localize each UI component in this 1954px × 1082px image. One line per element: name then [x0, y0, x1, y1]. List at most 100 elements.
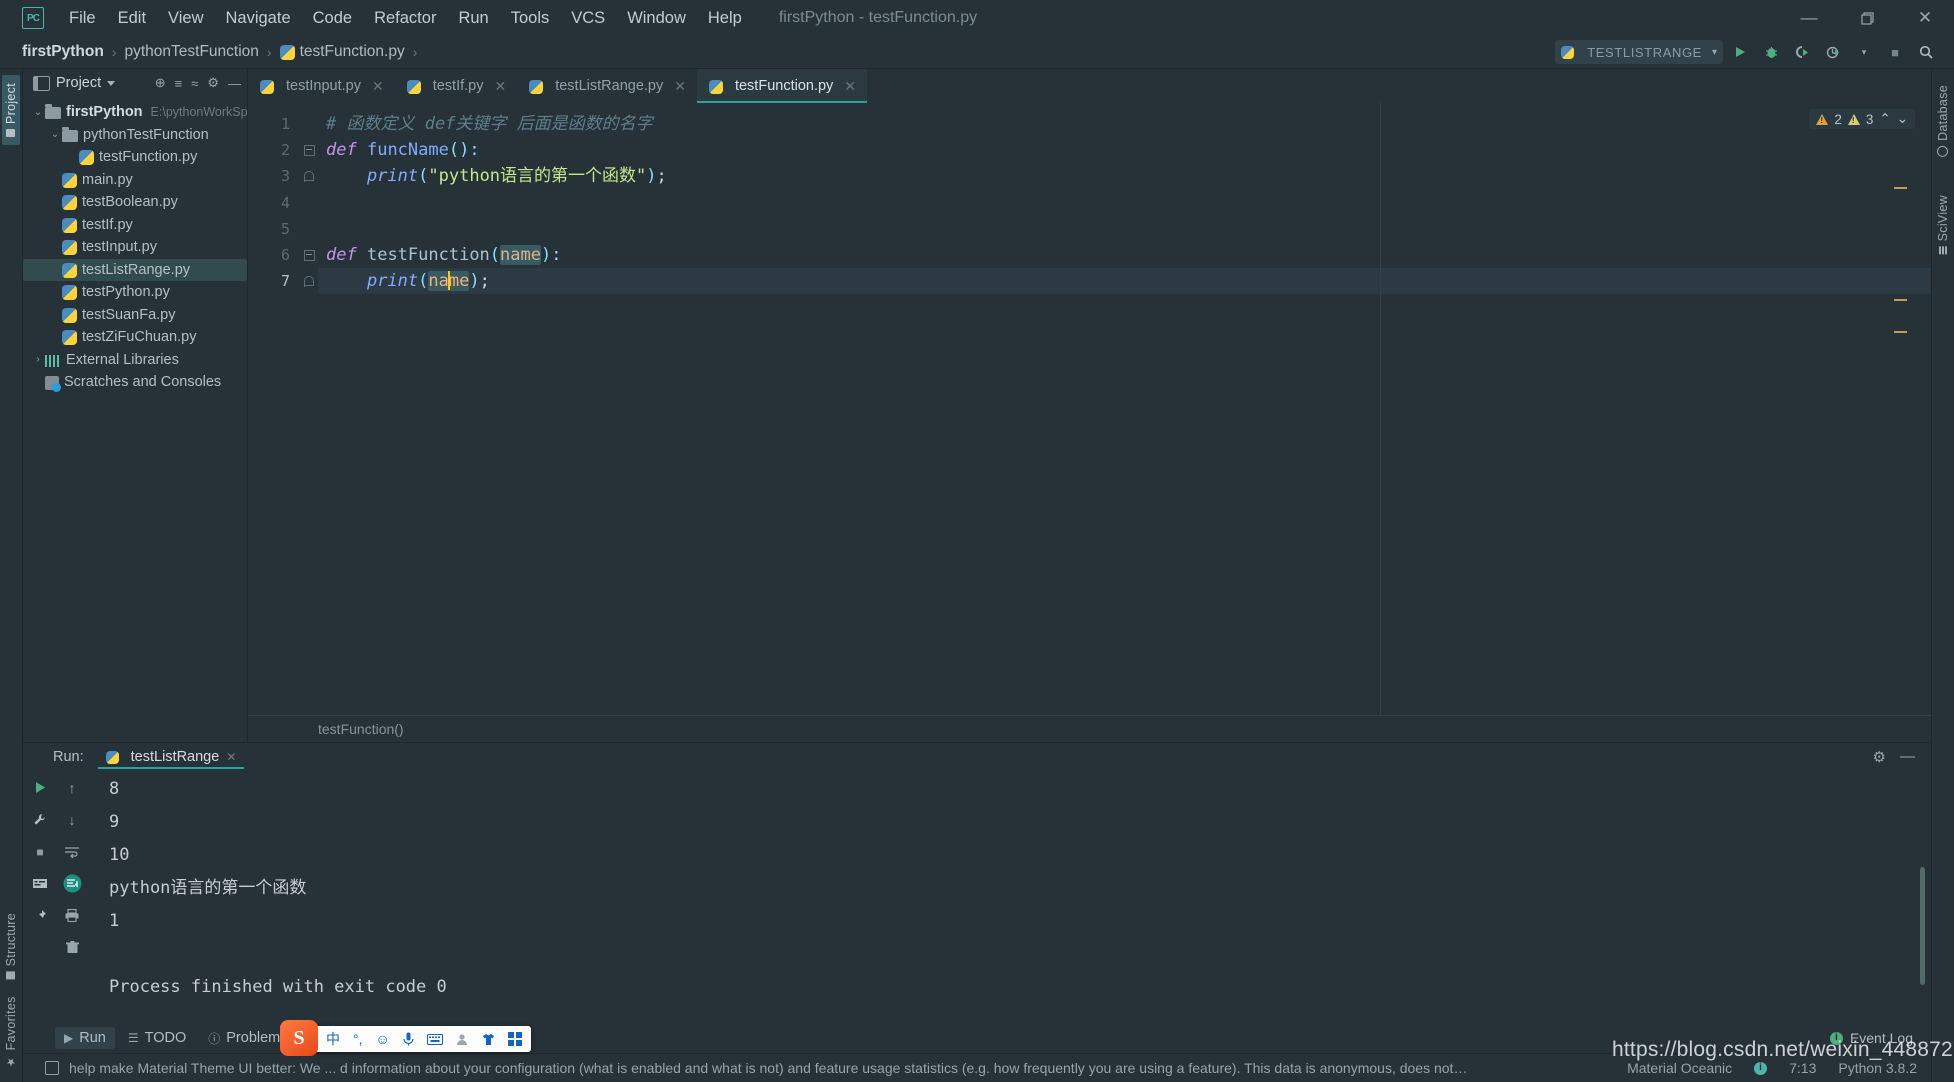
debug-button[interactable] — [1757, 39, 1785, 65]
tree-node-testpython-py[interactable]: ⌄testPython.py — [23, 281, 247, 304]
run-console-output[interactable]: 8 9 10 python语言的第一个函数 1 Process finished wit… — [87, 771, 1931, 1023]
menu-view[interactable]: View — [157, 5, 214, 32]
stop-button[interactable]: ■ — [1881, 39, 1909, 65]
close-icon[interactable]: ✕ — [844, 78, 856, 95]
tree-node-firstpython[interactable]: ⌄ firstPython E:\pythonWorkSpace\first — [23, 101, 247, 124]
console-scrollbar[interactable] — [1920, 867, 1925, 985]
menu-navigate[interactable]: Navigate — [215, 5, 302, 32]
inspection-status-widget[interactable]: 2 3 ⌃ ⌄ — [1809, 109, 1915, 129]
run-coverage-button[interactable] — [1788, 39, 1816, 65]
breadcrumb-folder[interactable]: pythonTestFunction — [124, 43, 258, 61]
down-arrow-button[interactable]: ↓ — [61, 809, 83, 830]
close-icon[interactable]: ✕ — [226, 750, 236, 764]
clear-all-button[interactable] — [61, 937, 83, 958]
collapse-all-icon[interactable]: ≈ — [191, 76, 198, 91]
ime-punctuation-icon[interactable]: °, — [353, 1031, 363, 1047]
pin-button[interactable] — [29, 905, 51, 926]
sidebar-item-project[interactable]: Project — [2, 75, 20, 146]
fold-marker-line3[interactable] — [300, 163, 318, 189]
menu-run[interactable]: Run — [447, 5, 499, 32]
minimize-button[interactable]: — — [1780, 0, 1838, 36]
tool-button-todo[interactable]: ☰ TODO — [119, 1027, 195, 1049]
run-tab-testlistrange[interactable]: testListRange ✕ — [98, 746, 245, 769]
code-line-4[interactable] — [318, 190, 1931, 216]
print-button[interactable] — [61, 905, 83, 926]
menu-window[interactable]: Window — [616, 5, 697, 32]
ime-keyboard-icon[interactable] — [426, 1033, 443, 1045]
code-content[interactable]: # 函数定义 def关键字 后面是函数的名字 def funcName(): p… — [318, 103, 1931, 715]
hide-icon[interactable]: — — [228, 76, 241, 91]
editor-breadcrumb-label[interactable]: testFunction() — [318, 721, 404, 737]
tree-node-testlistrange-py[interactable]: ⌄testListRange.py — [23, 258, 247, 281]
chevron-right-icon[interactable]: › — [31, 354, 45, 365]
line-number-4[interactable]: 4 — [248, 190, 300, 216]
sidebar-item-database[interactable]: Database — [1934, 77, 1952, 165]
search-everywhere-button[interactable] — [1912, 39, 1940, 65]
menu-file[interactable]: File — [58, 5, 107, 32]
line-number-1[interactable]: 1 — [248, 111, 300, 137]
run-configuration-selector[interactable]: TESTLISTRANGE ▾ — [1555, 40, 1723, 64]
sidebar-item-structure[interactable]: Structure — [2, 905, 20, 987]
sogou-logo-icon[interactable]: S — [280, 1020, 318, 1056]
editor-tab-bar[interactable]: testInput.py ✕ testIf.py ✕ testListRange.py ✕… — [248, 69, 1931, 103]
stop-button[interactable]: ■ — [29, 841, 51, 862]
line-number-3[interactable]: 3 — [248, 163, 300, 189]
line-number-2[interactable]: 2 — [248, 137, 300, 163]
prev-problem-icon[interactable]: ⌃ — [1879, 111, 1890, 127]
locate-icon[interactable]: ⊕ — [155, 75, 166, 91]
line-number-5[interactable]: 5 — [248, 216, 300, 242]
ime-emoji-icon[interactable]: ☺ — [376, 1031, 390, 1047]
code-line-6[interactable]: def testFunction(name): — [318, 242, 1931, 268]
tree-node-testzifuchuan-py[interactable]: ⌄testZiFuChuan.py — [23, 326, 247, 349]
breadcrumb-project[interactable]: firstPython — [22, 43, 104, 61]
gear-icon[interactable]: ⚙ — [207, 75, 219, 91]
rerun-button[interactable] — [29, 777, 51, 798]
up-arrow-button[interactable]: ↑ — [61, 777, 83, 798]
scroll-to-end-button[interactable] — [61, 873, 83, 894]
code-folding-gutter[interactable] — [300, 103, 318, 715]
tree-node-main-py[interactable]: ⌄main.py — [23, 169, 247, 192]
hide-icon[interactable]: — — [1900, 748, 1915, 766]
menu-refactor[interactable]: Refactor — [363, 5, 447, 32]
sidebar-item-favorites[interactable]: ★ Favorites — [2, 988, 20, 1076]
chevron-down-icon[interactable]: ⌄ — [48, 129, 62, 140]
sidebar-item-sciview[interactable]: SciView — [1934, 187, 1952, 262]
notification-icon[interactable] — [45, 1061, 59, 1075]
expand-all-icon[interactable]: ≡ — [175, 76, 183, 91]
line-number-7[interactable]: 7 — [248, 268, 300, 294]
profile-button[interactable] — [1819, 39, 1847, 65]
chevron-down-icon[interactable]: ⌄ — [31, 107, 45, 118]
edit-configurations-button[interactable] — [29, 809, 51, 830]
next-problem-icon[interactable]: ⌄ — [1897, 111, 1908, 127]
close-icon[interactable]: ✕ — [674, 78, 686, 95]
tree-node-testinput-py[interactable]: ⌄testInput.py — [23, 236, 247, 259]
editor-tab-testfunction-py[interactable]: testFunction.py ✕ — [696, 69, 868, 103]
run-button[interactable] — [1726, 39, 1754, 65]
tree-node-testfunction-py[interactable]: ⌄testFunction.py — [23, 146, 247, 169]
gear-icon[interactable]: ⚙ — [1873, 748, 1886, 766]
ime-mode-icon[interactable]: 中 — [326, 1029, 340, 1049]
fold-marker-line6[interactable] — [300, 242, 318, 268]
tree-node-testif-py[interactable]: ⌄testIf.py — [23, 214, 247, 237]
tree-node-testsuanfa-py[interactable]: ⌄testSuanFa.py — [23, 304, 247, 327]
menu-vcs[interactable]: VCS — [560, 5, 616, 32]
ime-toolbox-icon[interactable] — [507, 1032, 522, 1046]
ime-voice-icon[interactable] — [403, 1032, 414, 1046]
error-stripe-mark[interactable] — [1894, 299, 1907, 301]
ime-floating-toolbar[interactable]: S 中 °, ☺ — [280, 1020, 531, 1056]
tree-node-pythontestfunction[interactable]: ⌄ pythonTestFunction — [23, 124, 247, 147]
maximize-button[interactable] — [1838, 0, 1896, 36]
project-panel-title[interactable]: Project — [33, 75, 116, 91]
ime-skin-icon[interactable] — [482, 1033, 495, 1046]
tool-button-run[interactable]: ▶ Run — [55, 1027, 115, 1049]
fold-marker-line7[interactable] — [300, 268, 318, 294]
editor-tab-testif-py[interactable]: testIf.py ✕ — [395, 69, 518, 103]
ime-user-icon[interactable] — [456, 1033, 469, 1046]
code-line-5[interactable] — [318, 216, 1931, 242]
code-line-3[interactable]: print("python语言的第一个函数"); — [318, 163, 1931, 189]
menu-code[interactable]: Code — [302, 5, 363, 32]
tree-node-scratches-and-consoles[interactable]: ⌄Scratches and Consoles — [23, 371, 247, 394]
profile-dropdown[interactable]: ▾ — [1850, 39, 1878, 65]
code-editor[interactable]: 1234567 # 函数定义 def关键字 后面是函数的名字 def funcN… — [248, 103, 1931, 715]
breadcrumb-file[interactable]: testFunction.py — [300, 43, 405, 61]
